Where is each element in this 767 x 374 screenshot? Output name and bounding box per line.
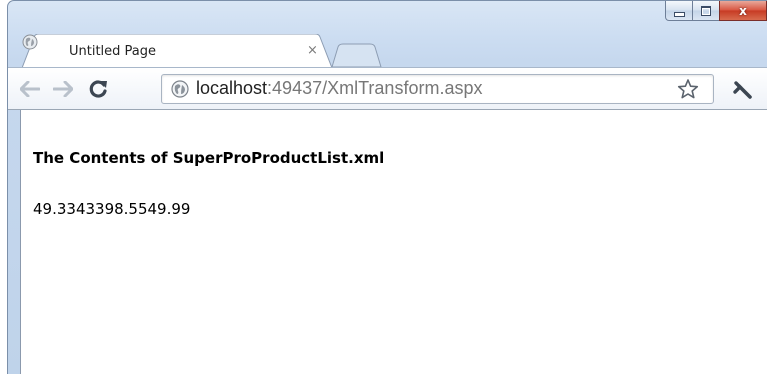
star-icon[interactable]	[677, 78, 699, 100]
wrench-icon[interactable]	[732, 78, 754, 100]
minimize-icon	[673, 11, 685, 17]
page-info-globe-icon[interactable]	[171, 80, 189, 98]
tab-untitled-page[interactable]: Untitled Page ×	[22, 34, 332, 68]
forward-arrow-icon	[53, 81, 73, 97]
reload-button[interactable]	[87, 79, 109, 99]
url-path: :49437/XmlTransform.aspx	[267, 78, 483, 98]
tab-close-icon[interactable]: ×	[307, 43, 318, 58]
browser-toolbar: localhost:49437/XmlTransform.aspx	[8, 67, 767, 110]
page-heading: The Contents of SuperProProductList.xml	[33, 149, 385, 167]
window-caption-buttons: x	[665, 1, 767, 22]
tab-title: Untitled Page	[69, 44, 157, 59]
page-body-text: 49.3343398.5549.99	[33, 200, 191, 218]
address-url[interactable]: localhost:49437/XmlTransform.aspx	[196, 78, 482, 99]
forward-button[interactable]	[52, 79, 74, 99]
maximize-button[interactable]	[692, 1, 720, 21]
globe-icon	[22, 34, 38, 50]
close-icon: x	[739, 3, 747, 18]
minimize-button[interactable]	[665, 1, 693, 21]
reload-icon	[89, 80, 107, 98]
url-host: localhost	[196, 78, 268, 98]
back-arrow-icon	[20, 81, 40, 97]
new-tab-button[interactable]	[330, 43, 382, 68]
close-window-button[interactable]: x	[719, 1, 767, 21]
address-bar[interactable]: localhost:49437/XmlTransform.aspx	[161, 74, 714, 104]
page-content: The Contents of SuperProProductList.xml …	[20, 110, 767, 374]
back-button[interactable]	[19, 79, 41, 99]
maximize-icon	[701, 5, 711, 16]
